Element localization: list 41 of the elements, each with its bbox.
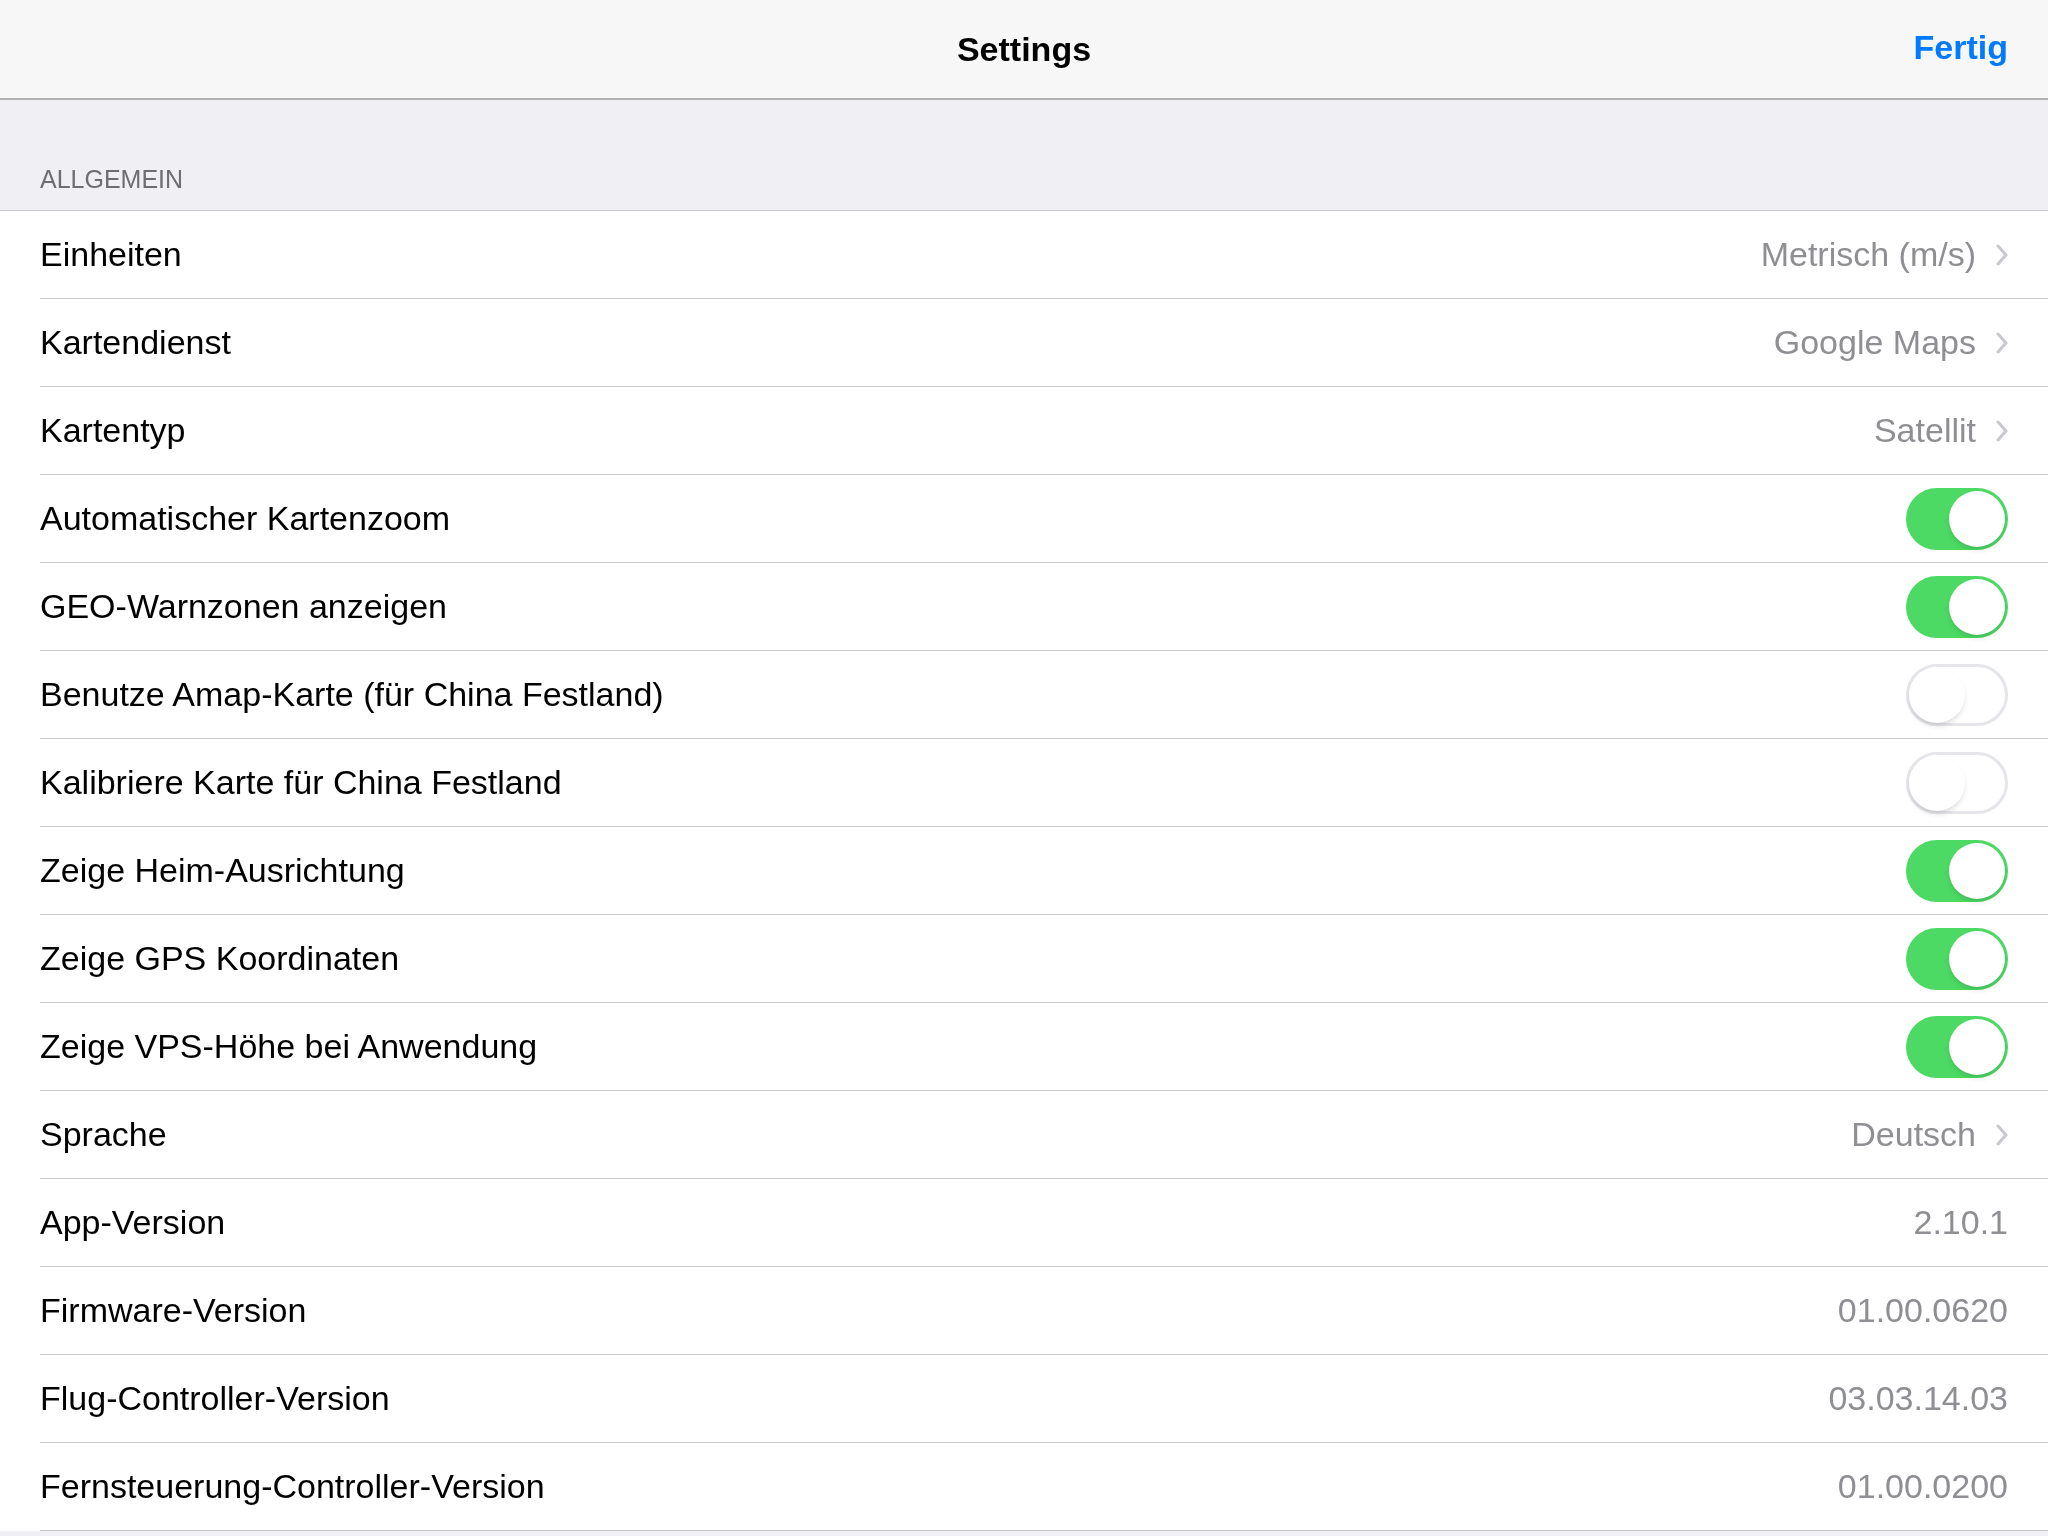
chevron-icon <box>1996 243 2008 266</box>
row-value: Metrisch (m/s) <box>1760 234 1976 275</box>
row-value: 03.03.14.03 <box>1828 1378 2008 1419</box>
settings-row[interactable]: Zeige Heim-Ausrichtung <box>40 827 2048 915</box>
row-label: GEO-Warnzonen anzeigen <box>40 586 447 627</box>
chevron-icon <box>1996 419 2008 442</box>
settings-row[interactable]: Zeige GPS Koordinaten <box>40 915 2048 1003</box>
settings-row[interactable]: Kartendienst Google Maps <box>40 299 2048 387</box>
row-value: 2.10.1 <box>1913 1202 2008 1243</box>
row-label: Firmware-Version <box>40 1290 307 1331</box>
row-label: Kalibriere Karte für China Festland <box>40 762 562 803</box>
row-label: Zeige Heim-Ausrichtung <box>40 850 405 891</box>
done-button[interactable]: Fertig <box>1913 22 2008 73</box>
settings-row[interactable]: Kalibriere Karte für China Festland <box>40 739 2048 827</box>
row-label: Kartentyp <box>40 410 186 451</box>
row-value: Satellit <box>1873 410 1976 451</box>
row-value: 01.00.0200 <box>1837 1466 2008 1507</box>
navigation-title: Settings <box>956 28 1092 70</box>
row-label: App-Version <box>40 1202 226 1243</box>
settings-row[interactable]: Kartentyp Satellit <box>40 387 2048 475</box>
settings-row[interactable]: GEO-Warnzonen anzeigen <box>40 563 2048 651</box>
row-label: Sprache <box>40 1114 167 1155</box>
chevron-icon <box>1996 331 2008 354</box>
row-label: Zeige GPS Koordinaten <box>40 938 400 979</box>
row-label: Benutze Amap-Karte (für China Festland) <box>40 674 664 715</box>
row-label: Kartendienst <box>40 322 231 363</box>
row-label: Flug-Controller-Version <box>40 1378 390 1419</box>
chevron-icon <box>1996 1123 2008 1146</box>
settings-row[interactable]: Zeige VPS-Höhe bei Anwendung <box>40 1003 2048 1091</box>
settings-row[interactable]: Automatischer Kartenzoom <box>40 475 2048 563</box>
row-label: Zeige VPS-Höhe bei Anwendung <box>40 1026 538 1067</box>
settings-row[interactable]: Benutze Amap-Karte (für China Festland) <box>40 651 2048 739</box>
row-label: Einheiten <box>40 234 182 275</box>
row-value: 01.00.0620 <box>1837 1290 2008 1331</box>
row-label: Fernsteuerung-Controller-Version <box>40 1466 545 1507</box>
row-label: Automatischer Kartenzoom <box>40 498 451 539</box>
row-value: Google Maps <box>1773 322 1976 363</box>
settings-row[interactable]: Sprache Deutsch <box>40 1091 2048 1179</box>
section-header: ALLGEMEIN <box>40 163 184 195</box>
settings-row[interactable]: Einheiten Metrisch (m/s) <box>40 211 2048 299</box>
row-value: Deutsch <box>1851 1114 1976 1155</box>
